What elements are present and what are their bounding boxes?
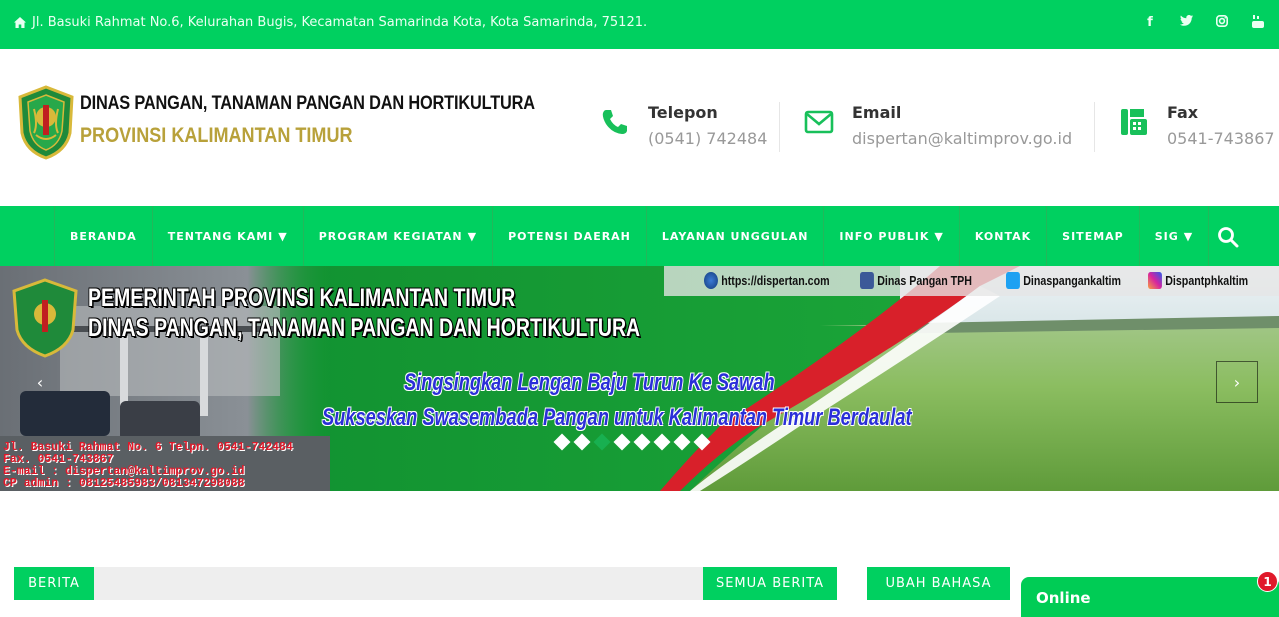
slider-dot[interactable] bbox=[653, 433, 671, 451]
nav-menu: BERANDA TENTANG KAMI ▼ PROGRAM KEGIATAN ▼ POT… bbox=[54, 206, 1210, 266]
nav-item-tentang-kami[interactable]: TENTANG KAMI ▼ bbox=[153, 206, 304, 266]
contact-divider bbox=[1094, 102, 1095, 152]
nav-item-sitemap[interactable]: SITEMAP bbox=[1047, 206, 1140, 266]
nav-item-label: KONTAK bbox=[974, 229, 1032, 243]
slider-dot[interactable] bbox=[673, 433, 691, 451]
nav-item-layanan-unggulan[interactable]: LAYANAN UNGGULAN bbox=[647, 206, 825, 266]
home-icon bbox=[14, 17, 26, 28]
chat-notification-badge: 1 bbox=[1257, 571, 1278, 592]
slider-dot[interactable] bbox=[593, 433, 611, 451]
fax-value: 0541-743867 bbox=[1167, 129, 1275, 148]
hero-slider: PEMERINTAH PROVINSI KALIMANTAN TIMUR DIN… bbox=[0, 266, 1279, 491]
slide-slogan-line2: Sukseskan Swasembada Pangan untuk Kalima… bbox=[322, 404, 912, 431]
search-icon[interactable] bbox=[1217, 226, 1239, 248]
phone-icon bbox=[602, 110, 627, 134]
slide-slogan-line1: Singsingkan Lengan Baju Turun Ke Sawah bbox=[404, 369, 775, 396]
news-ticker bbox=[94, 567, 704, 600]
address: Jl. Basuki Rahmat No.6, Kelurahan Bugis,… bbox=[14, 15, 647, 30]
slider-dot[interactable] bbox=[553, 433, 571, 451]
caret-down-icon: ▼ bbox=[1183, 229, 1194, 243]
slide-twitter-link: Dinaspangankaltim bbox=[1006, 272, 1121, 289]
email-value[interactable]: dispertan@kaltimprov.go.id bbox=[852, 129, 1072, 148]
slide-instagram-link: Dispantphkaltim bbox=[1148, 272, 1248, 289]
slider-dot[interactable] bbox=[633, 433, 651, 451]
contact-divider bbox=[779, 102, 780, 152]
nav-item-label: POTENSI DAERAH bbox=[508, 229, 631, 243]
slider-dot[interactable] bbox=[613, 433, 631, 451]
online-chat-widget[interactable]: Online bbox=[1021, 577, 1279, 617]
caret-down-icon: ▼ bbox=[278, 229, 288, 243]
slider-dot[interactable] bbox=[693, 433, 711, 451]
nav-item-beranda[interactable]: BERANDA bbox=[55, 206, 153, 266]
slide-facebook-link: Dinas Pangan TPH bbox=[860, 272, 972, 289]
twitter-icon bbox=[1006, 272, 1020, 289]
email-label: Email bbox=[852, 103, 902, 122]
org-name: DINAS PANGAN, TANAMAN PANGAN DAN HORTIKU… bbox=[80, 93, 535, 114]
contact-fax: Fax 0541-743867 bbox=[1119, 103, 1275, 153]
nav-item-label: BERANDA bbox=[70, 229, 137, 243]
slide-social-strip: https://dispertan.com Dinas Pangan TPH D… bbox=[664, 266, 1279, 296]
address-text: Jl. Basuki Rahmat No.6, Kelurahan Bugis,… bbox=[32, 15, 648, 30]
top-bar: Jl. Basuki Rahmat No.6, Kelurahan Bugis,… bbox=[0, 0, 1279, 49]
nav-item-program-kegiatan[interactable]: PROGRAM KEGIATAN ▼ bbox=[304, 206, 494, 266]
nav-item-sig[interactable]: SIG ▼ bbox=[1140, 206, 1210, 266]
slide-title-line2: DINAS PANGAN, TANAMAN PANGAN DAN HORTIKU… bbox=[88, 314, 641, 342]
slider-next-button[interactable]: › bbox=[1216, 361, 1258, 403]
chevron-left-icon: ‹ bbox=[36, 372, 44, 392]
nav-item-label: TENTANG KAMI bbox=[167, 229, 274, 243]
site-header: DINAS PANGAN, TANAMAN PANGAN DAN HORTIKU… bbox=[0, 49, 1279, 206]
nav-item-info-publik[interactable]: INFO PUBLIK ▼ bbox=[824, 206, 960, 266]
main-navigation: BERANDA TENTANG KAMI ▼ PROGRAM KEGIATAN ▼ POT… bbox=[0, 206, 1279, 266]
kaltim-emblem-logo[interactable] bbox=[18, 85, 74, 160]
globe-icon bbox=[704, 272, 718, 289]
slide-web-link: https://dispertan.com bbox=[704, 272, 830, 289]
instagram-icon[interactable] bbox=[1215, 15, 1229, 32]
slider-prev-button[interactable]: ‹ bbox=[19, 361, 61, 403]
slide-info-line: CP admin : 08125485983/081347298088 bbox=[3, 477, 245, 490]
facebook-icon bbox=[860, 272, 874, 289]
social-links: f bbox=[1143, 15, 1265, 32]
contact-phone: Telepon (0541) 742484 bbox=[600, 103, 767, 153]
nav-item-label: SIG bbox=[1154, 229, 1179, 243]
fax-label: Fax bbox=[1167, 103, 1199, 122]
twitter-icon[interactable] bbox=[1179, 15, 1193, 32]
slide-contact-info: Jl. Basuki Rahmat No. 6 Telpn. 0541-7424… bbox=[3, 442, 293, 490]
caret-down-icon: ▼ bbox=[467, 229, 478, 243]
chat-status: Online bbox=[1036, 589, 1091, 607]
caret-down-icon: ▼ bbox=[934, 229, 944, 243]
nav-item-kontak[interactable]: KONTAK bbox=[960, 206, 1048, 266]
envelope-icon bbox=[804, 110, 834, 134]
phone-value: (0541) 742484 bbox=[648, 129, 768, 148]
slider-dot[interactable] bbox=[573, 433, 591, 451]
nav-item-potensi-daerah[interactable]: POTENSI DAERAH bbox=[493, 206, 647, 266]
nav-item-label: PROGRAM KEGIATAN bbox=[318, 229, 463, 243]
phone-label: Telepon bbox=[648, 103, 718, 122]
province-name: PROVINSI KALIMANTAN TIMUR bbox=[80, 124, 353, 147]
nav-item-label: SITEMAP bbox=[1062, 229, 1124, 243]
contact-email: Email dispertan@kaltimprov.go.id bbox=[804, 103, 1074, 153]
fax-icon bbox=[1121, 109, 1147, 135]
slider-pagination bbox=[553, 433, 711, 451]
slide-title-line1: PEMERINTAH PROVINSI KALIMANTAN TIMUR bbox=[88, 284, 516, 312]
semua-berita-button[interactable]: SEMUA BERITA bbox=[703, 567, 837, 600]
instagram-icon bbox=[1148, 272, 1162, 289]
ubah-bahasa-button[interactable]: UBAH BAHASA bbox=[867, 567, 1010, 600]
nav-item-label: LAYANAN UNGGULAN bbox=[661, 229, 809, 243]
nav-item-label: INFO PUBLIK bbox=[839, 229, 930, 243]
chevron-right-icon: › bbox=[1233, 372, 1241, 392]
youtube-icon[interactable] bbox=[1251, 15, 1265, 32]
berita-heading: BERITA bbox=[14, 567, 94, 600]
facebook-icon[interactable]: f bbox=[1143, 15, 1157, 32]
